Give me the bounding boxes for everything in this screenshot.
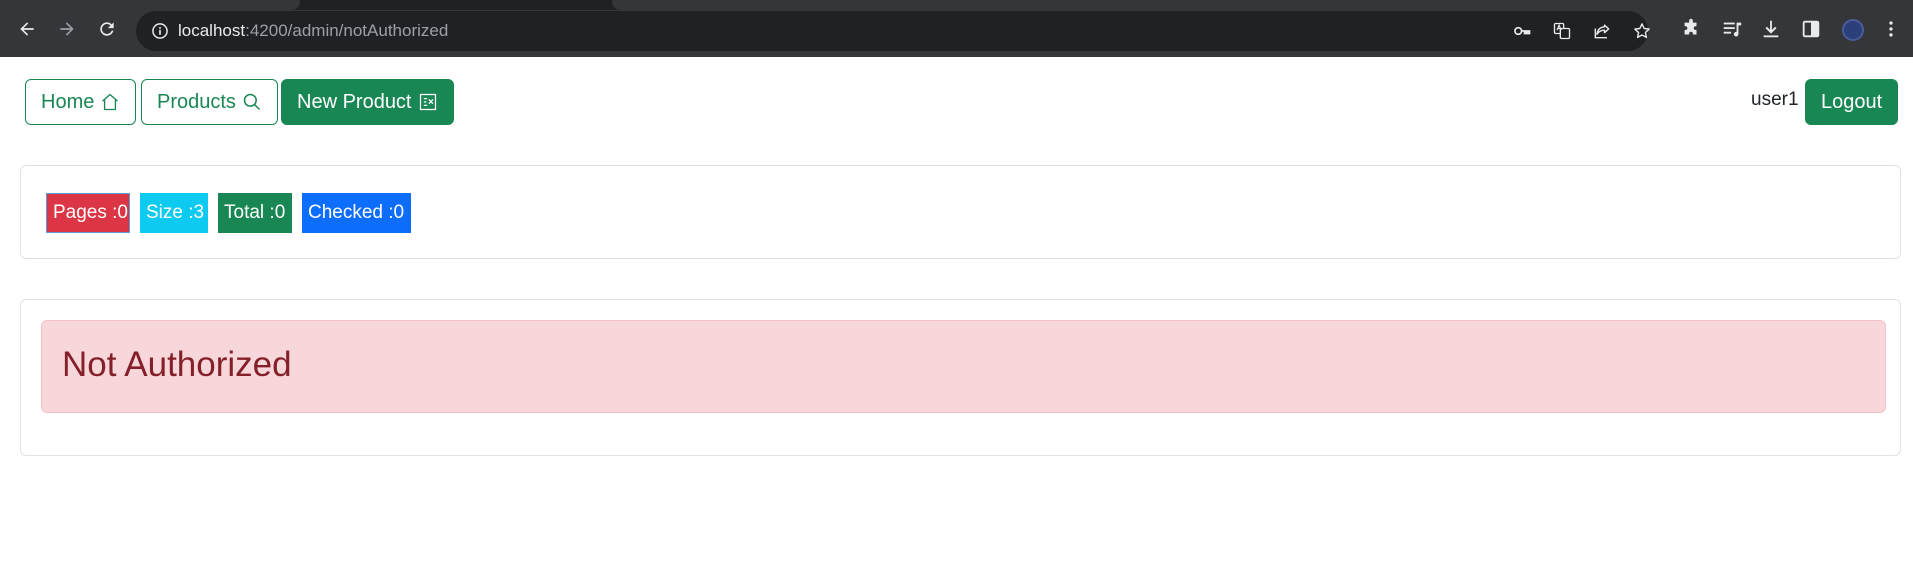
checked-badge: Checked :0	[302, 193, 411, 233]
new-product-button[interactable]: New Product	[281, 79, 454, 125]
house-icon	[100, 92, 120, 112]
side-panel-icon[interactable]	[1800, 18, 1822, 40]
url-text[interactable]: localhost:4200/admin/notAuthorized	[178, 21, 448, 41]
tab-strip-area	[612, 0, 1913, 10]
alert-heading: Not Authorized	[62, 345, 292, 384]
checked-badge-label: Checked :0	[308, 202, 405, 223]
url-path: :4200/admin/notAuthorized	[245, 21, 449, 40]
reload-icon[interactable]	[95, 17, 119, 41]
size-badge: Size :3	[140, 193, 208, 233]
new-product-button-label: New Product	[297, 90, 412, 113]
pages-badge-label: Pages :0	[53, 202, 128, 223]
size-badge-label: Size :3	[146, 202, 205, 223]
total-badge-label: Total :0	[224, 202, 286, 223]
address-bar[interactable]: localhost:4200/admin/notAuthorized	[136, 11, 1650, 51]
total-badge: Total :0	[218, 193, 292, 233]
menu-icon[interactable]	[1880, 18, 1902, 40]
logout-button-label: Logout	[1821, 90, 1883, 113]
pages-badge: Pages :0	[46, 193, 130, 233]
bookmark-star-icon[interactable]	[1632, 21, 1652, 41]
username-label: user1	[1751, 89, 1799, 110]
app-navbar: Home Products New Product user1 Logout	[0, 57, 1913, 147]
key-icon[interactable]	[1512, 21, 1532, 41]
new-item-icon	[418, 92, 438, 112]
search-icon	[242, 92, 262, 112]
browser-toolbar: localhost:4200/admin/notAuthorized	[0, 0, 1913, 57]
logout-button[interactable]: Logout	[1805, 79, 1899, 125]
products-button-label: Products	[157, 90, 236, 113]
media-playlist-icon[interactable]	[1721, 18, 1743, 40]
site-info-icon[interactable]	[150, 21, 170, 41]
not-authorized-alert: Not Authorized	[41, 320, 1886, 413]
stats-card: Pages :0 Size :3 Total :0 Checked :0	[20, 165, 1901, 259]
extensions-icon[interactable]	[1680, 18, 1702, 40]
home-button-label: Home	[41, 90, 95, 113]
home-button[interactable]: Home	[25, 79, 137, 125]
translate-icon[interactable]	[1552, 21, 1572, 41]
share-icon[interactable]	[1592, 21, 1612, 41]
profile-avatar[interactable]	[1842, 19, 1864, 41]
url-host: localhost	[178, 21, 246, 40]
back-icon[interactable]	[15, 17, 39, 41]
forward-icon[interactable]	[55, 17, 79, 41]
download-icon[interactable]	[1760, 18, 1782, 40]
active-tab[interactable]	[0, 0, 300, 10]
content-card: Not Authorized	[20, 299, 1901, 456]
products-button[interactable]: Products	[141, 79, 278, 125]
